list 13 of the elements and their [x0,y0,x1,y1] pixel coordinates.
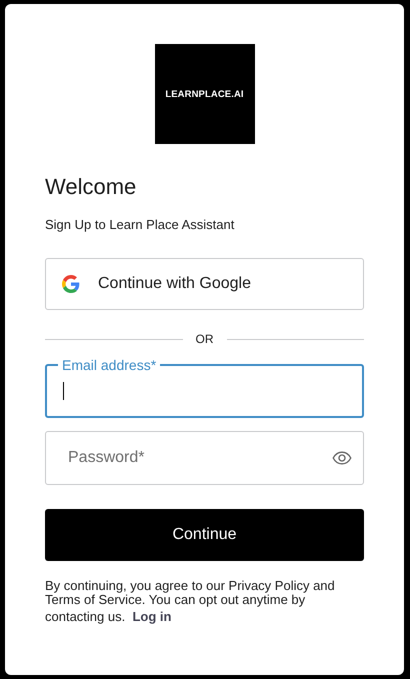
continue-button[interactable]: Continue [45,509,364,561]
text-cursor [63,382,64,400]
google-icon [62,275,80,293]
divider-text: OR [196,332,214,346]
email-field[interactable]: Email address* [45,358,364,418]
field-label: Email address* [61,358,158,372]
login-link[interactable]: Log in [132,607,172,627]
subtitle: Sign Up to Learn Place Assistant [45,217,236,232]
heading: Welcome [45,174,138,200]
google-button[interactable]: Continue with Google [45,258,364,310]
password-field[interactable]: Password* [45,431,364,485]
terms-text: By continuing, you agree to our Privacy Policy and Terms of Service. You can opt out anytime by contacting us. Log in [45,579,364,627]
logo: LEARNPLACE.AI [154,44,254,144]
